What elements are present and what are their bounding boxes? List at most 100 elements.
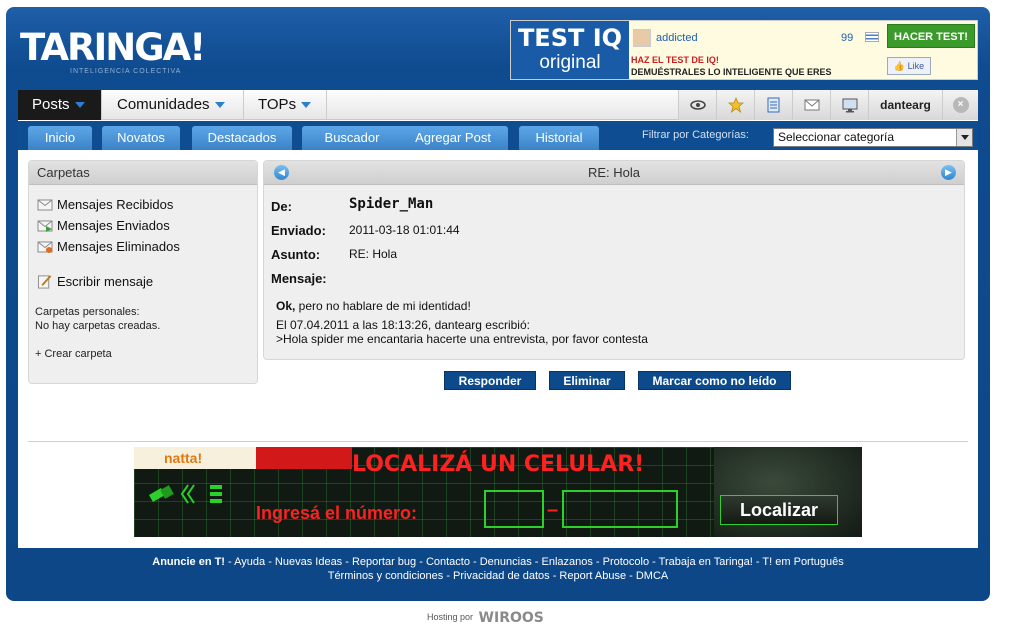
- ad-test-title: TEST IQ: [517, 24, 623, 52]
- write-message-link[interactable]: Escribir mensaje: [37, 274, 153, 289]
- nav-tab-posts[interactable]: Posts: [18, 90, 102, 120]
- nav-tab-label: Posts: [32, 96, 70, 113]
- message-header: ◀ RE: Hola ▶: [264, 161, 964, 185]
- divider: [28, 441, 968, 442]
- message-body-bold: Ok,: [276, 299, 296, 313]
- nav-tab-label: Comunidades: [117, 96, 210, 113]
- folders-sidebar: Carpetas Mensajes Recibidos Mensajes Env…: [28, 160, 258, 384]
- delete-button[interactable]: Eliminar: [549, 371, 625, 390]
- ad-test-logo: TEST IQ original: [511, 21, 629, 79]
- sent-value: 2011-03-18 01:01:44: [349, 223, 460, 237]
- quote-header: El 07.04.2011 a las 18:13:26, dantearg e…: [276, 318, 530, 332]
- ad-avatar: [633, 29, 651, 47]
- iq-test-ad[interactable]: TEST IQ original addicted 99 HACER TEST!…: [510, 20, 978, 80]
- banner-title: LOCALIZÁ UN CELULAR!: [352, 452, 645, 477]
- banner-red-strip: [256, 447, 352, 469]
- taringa-logo[interactable]: TARINGA! INTELIGENCIA COLECTIVA: [20, 26, 206, 80]
- ad-subheadline: DEMUÉSTRALES LO INTELIGENTE QUE ERES: [631, 67, 832, 77]
- subnav-tab-novatos[interactable]: Novatos: [102, 126, 180, 150]
- reply-button[interactable]: Responder: [444, 371, 536, 390]
- ad-headline: HAZ EL TEST DE IQ!: [631, 55, 719, 65]
- banner-ad[interactable]: natta! LOCALIZÁ UN CELULAR! Ingresá el n…: [134, 447, 862, 537]
- sent-label: Enviado:: [271, 223, 326, 238]
- footer-line-1: Anuncie en T! - Ayuda - Nuevas Ideas - R…: [6, 555, 990, 569]
- logo-tagline: INTELIGENCIA COLECTIVA: [70, 68, 182, 75]
- document-icon[interactable]: [754, 90, 792, 120]
- sidebar-title: Carpetas: [29, 161, 257, 185]
- write-message-label: Escribir mensaje: [57, 274, 154, 289]
- message-panel: ◀ RE: Hola ▶ De: Spider_Man Enviado: 201…: [263, 160, 965, 360]
- ad-score: 99: [841, 32, 854, 44]
- main-nav: Posts Comunidades TOPs dantearg ×: [18, 90, 978, 120]
- satellite-icon: [148, 484, 222, 504]
- flag-icon: [865, 32, 879, 42]
- advertise-link[interactable]: Anuncie en T!: [152, 556, 225, 568]
- subnav-tab-historial[interactable]: Historial: [519, 126, 599, 150]
- username-link[interactable]: dantearg: [868, 90, 942, 120]
- subnav-tab-agregar-post[interactable]: Agregar Post: [398, 126, 508, 150]
- nav-tab-tops[interactable]: TOPs: [244, 90, 327, 120]
- ad-test-subtitle: original: [539, 52, 601, 73]
- sidebar-item-enviados[interactable]: Mensajes Enviados: [37, 218, 170, 233]
- personal-folders-title: Carpetas personales:: [35, 306, 140, 318]
- sidebar-item-recibidos[interactable]: Mensajes Recibidos: [37, 197, 173, 212]
- mark-unread-button[interactable]: Marcar como no leído: [638, 371, 791, 390]
- nav-tab-label: TOPs: [258, 96, 297, 113]
- message-body: Ok, pero no hablare de mi identidad!: [276, 299, 471, 313]
- quote-text: >Hola spider me encantaria hacerte una e…: [276, 332, 648, 346]
- hacer-test-button[interactable]: HACER TEST!: [887, 24, 975, 48]
- sidebar-item-label: Mensajes Eliminados: [57, 239, 180, 254]
- arrow-left-icon[interactable]: ◀: [274, 165, 289, 180]
- message-body-rest: pero no hablare de mi identidad!: [295, 299, 471, 313]
- from-value[interactable]: Spider_Man: [349, 196, 433, 212]
- monitor-icon[interactable]: [830, 90, 868, 120]
- close-icon: ×: [952, 97, 969, 113]
- sidebar-item-label: Mensajes Enviados: [57, 218, 170, 233]
- subnav-tab-buscador[interactable]: Buscador: [302, 126, 402, 150]
- message-label: Mensaje:: [271, 271, 327, 286]
- create-folder-link[interactable]: + Crear carpeta: [35, 348, 112, 360]
- sub-nav: Inicio Novatos Destacados Buscador Agreg…: [18, 121, 978, 150]
- envelope-send-icon: [37, 220, 53, 232]
- from-label: De:: [271, 199, 292, 214]
- like-button[interactable]: 👍 Like: [887, 57, 931, 75]
- footer-links-1[interactable]: - Ayuda - Nuevas Ideas - Reportar bug - …: [225, 556, 844, 568]
- star-icon[interactable]: [716, 90, 754, 120]
- chevron-down-icon: [301, 102, 312, 109]
- subnav-tab-inicio[interactable]: Inicio: [28, 126, 92, 150]
- subnav-tab-destacados[interactable]: Destacados: [192, 126, 292, 150]
- mail-icon[interactable]: [792, 90, 830, 120]
- phone-number-input[interactable]: [562, 490, 678, 528]
- ad-username[interactable]: addicted: [656, 32, 698, 44]
- message-title: RE: Hola: [587, 165, 641, 180]
- phone-prefix-input[interactable]: [484, 490, 544, 528]
- arrow-right-icon[interactable]: ▶: [941, 165, 956, 180]
- banner-brand: natta!: [134, 447, 256, 469]
- hosting-credit: Hosting por WIROOS: [427, 610, 544, 626]
- main-panel: Posts Comunidades TOPs dantearg × Inicio…: [18, 90, 978, 548]
- envelope-delete-icon: [37, 241, 53, 253]
- footer-links-2[interactable]: Términos y condiciones - Privacidad de d…: [6, 569, 990, 583]
- ad-right-panel: addicted 99 HACER TEST! HAZ EL TEST DE I…: [629, 21, 977, 79]
- localizar-button[interactable]: Localizar: [720, 495, 838, 525]
- subject-label: Asunto:: [271, 247, 321, 262]
- hosting-label: Hosting por: [427, 612, 474, 622]
- chevron-down-icon: [214, 102, 225, 109]
- category-select-value: Seleccionar categoría: [778, 130, 895, 144]
- category-select[interactable]: Seleccionar categoría: [773, 128, 973, 147]
- subject-value: RE: Hola: [349, 247, 398, 261]
- compose-icon: [37, 275, 52, 289]
- logout-button[interactable]: ×: [942, 90, 978, 120]
- banner-dash: –: [547, 499, 559, 521]
- chevron-down-icon[interactable]: [956, 129, 972, 146]
- sidebar-item-eliminados[interactable]: Mensajes Eliminados: [37, 239, 180, 254]
- hosting-brand[interactable]: WIROOS: [479, 610, 544, 626]
- filter-label: Filtrar por Categorías:: [642, 129, 749, 141]
- banner-subtitle: Ingresá el número:: [256, 503, 418, 523]
- user-toolbar: dantearg ×: [678, 90, 978, 120]
- like-label: Like: [907, 61, 925, 71]
- eye-icon[interactable]: [678, 90, 716, 120]
- sidebar-item-label: Mensajes Recibidos: [57, 197, 174, 212]
- logo-text: TARINGA!: [20, 26, 206, 69]
- nav-tab-comunidades[interactable]: Comunidades: [102, 90, 244, 120]
